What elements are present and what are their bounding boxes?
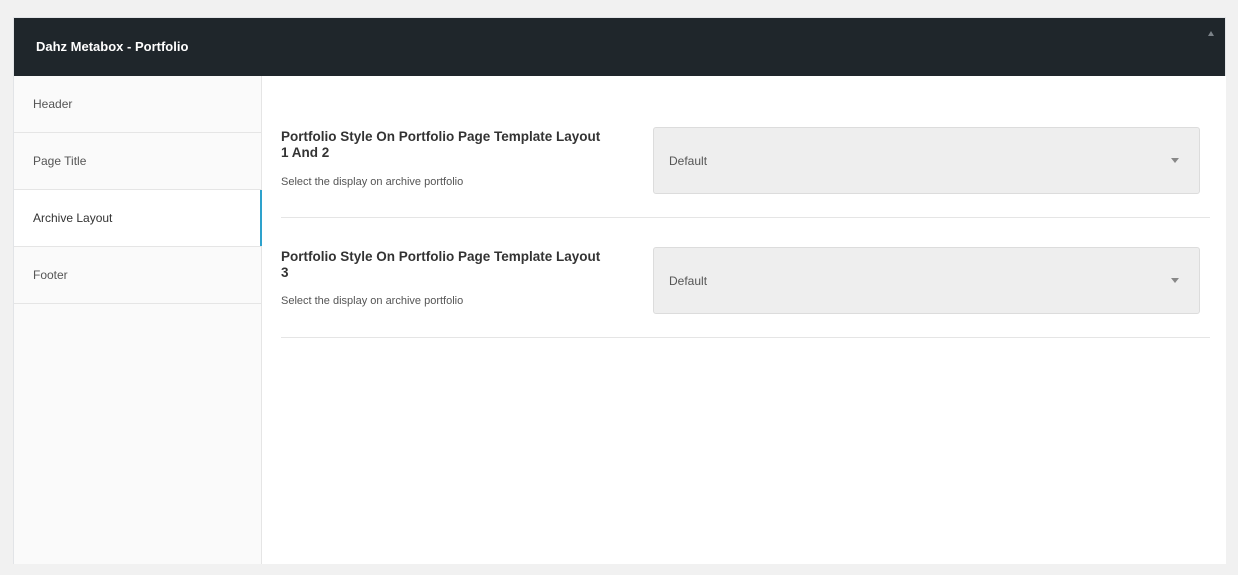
sidebar-item-header[interactable]: Header (14, 76, 261, 133)
divider (281, 216, 1210, 218)
divider (281, 336, 1210, 338)
sidebar-item-archive-layout[interactable]: Archive Layout (14, 190, 263, 247)
caret-down-icon (1171, 158, 1179, 163)
caret-down-icon (1171, 278, 1179, 283)
field-title: Portfolio Style On Portfolio Page Templa… (281, 129, 601, 160)
select-value: Default (669, 154, 708, 168)
metabox-panel: Dahz Metabox - Portfolio Header Page Tit… (13, 17, 1226, 564)
field-description: Select the display on archive portfolio (281, 176, 464, 188)
metabox-header[interactable]: Dahz Metabox - Portfolio (14, 18, 1225, 76)
sidebar: Header Page Title Archive Layout Footer (14, 76, 263, 564)
portfolio-style-layout-3-select[interactable]: Default (653, 247, 1200, 314)
metabox-title: Dahz Metabox - Portfolio (36, 39, 189, 54)
select-value: Default (669, 274, 708, 288)
sidebar-item-footer[interactable]: Footer (14, 247, 261, 304)
sidebar-item-page-title[interactable]: Page Title (14, 133, 261, 190)
caret-up-icon[interactable] (1208, 31, 1214, 36)
field-title: Portfolio Style On Portfolio Page Templa… (281, 249, 601, 280)
content-area: Portfolio Style On Portfolio Page Templa… (262, 76, 1226, 564)
portfolio-style-layout-1-2-select[interactable]: Default (653, 127, 1200, 194)
field-description: Select the display on archive portfolio (281, 295, 464, 307)
